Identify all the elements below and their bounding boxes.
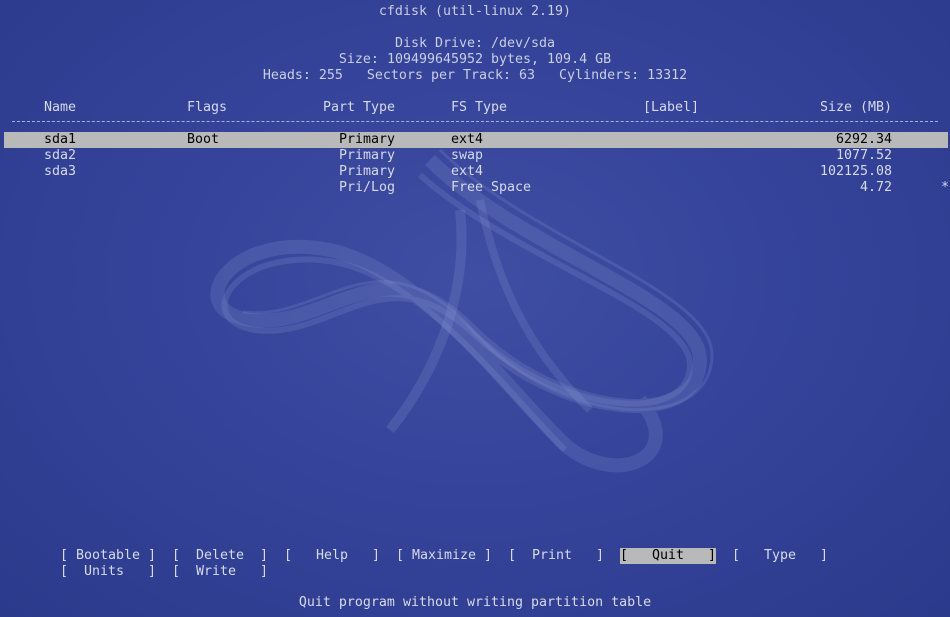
column-header-part-type: Part Type — [323, 100, 396, 115]
partition-row-sda3[interactable]: sda3 Primary ext4 102125.08 — [4, 164, 948, 180]
disk-geometry-line: Heads: 255 Sectors per Track: 63 Cylinde… — [262, 68, 688, 83]
help-button[interactable]: [ Help ] — [284, 548, 380, 564]
partition-size: 1077.52 — [835, 148, 892, 163]
partition-name: sda3 — [44, 164, 77, 179]
status-message: Quit program without writing partition t… — [298, 595, 652, 610]
unusable-space-marker: * — [941, 180, 950, 195]
disk-drive-line: Disk Drive: /dev/sda — [394, 36, 556, 51]
background-swirl — [210, 148, 714, 473]
partition-name: sda1 — [44, 132, 77, 147]
partition-flags: Boot — [187, 132, 220, 147]
partition-fs-type: Free Space — [451, 180, 532, 195]
partition-fs-type: ext4 — [451, 164, 484, 179]
column-header-label: [Label] — [643, 100, 700, 115]
column-header-name: Name — [44, 100, 77, 115]
column-header-fs-type: FS Type — [451, 100, 508, 115]
partition-part-type: Pri/Log — [331, 180, 396, 195]
partition-size: 4.72 — [859, 180, 892, 195]
disk-size-line: Size: 109499645952 bytes, 109.4 GB — [338, 52, 612, 67]
partition-name: sda2 — [44, 148, 77, 163]
print-button[interactable]: [ Print ] — [508, 548, 604, 564]
maximize-button[interactable]: [ Maximize ] — [396, 548, 492, 564]
partition-size: 102125.08 — [819, 164, 892, 179]
partition-fs-type: ext4 — [451, 132, 484, 147]
type-button[interactable]: [ Type ] — [732, 548, 828, 564]
delete-button[interactable]: [ Delete ] — [172, 548, 268, 564]
partition-part-type: Primary — [331, 148, 396, 163]
partition-row-free-space[interactable]: Pri/Log Free Space 4.72 * — [4, 180, 950, 196]
partition-row-sda2[interactable]: sda2 Primary swap 1077.52 — [4, 148, 948, 164]
bootable-button[interactable]: [ Bootable ] — [60, 548, 156, 564]
units-button[interactable]: [ Units ] — [60, 564, 156, 580]
column-header-flags: Flags — [187, 100, 228, 115]
header-separator — [12, 121, 938, 122]
partition-size: 6292.34 — [835, 132, 892, 147]
partition-part-type: Primary — [331, 164, 396, 179]
quit-button[interactable]: [ Quit ] — [620, 548, 717, 564]
write-button[interactable]: [ Write ] — [172, 564, 268, 580]
partition-row-sda1[interactable]: sda1 Boot Primary ext4 6292.34 — [4, 132, 948, 148]
partition-fs-type: swap — [451, 148, 484, 163]
app-title: cfdisk (util-linux 2.19) — [378, 4, 572, 19]
partition-part-type: Primary — [331, 132, 396, 147]
column-header-size: Size (MB) — [819, 100, 892, 115]
